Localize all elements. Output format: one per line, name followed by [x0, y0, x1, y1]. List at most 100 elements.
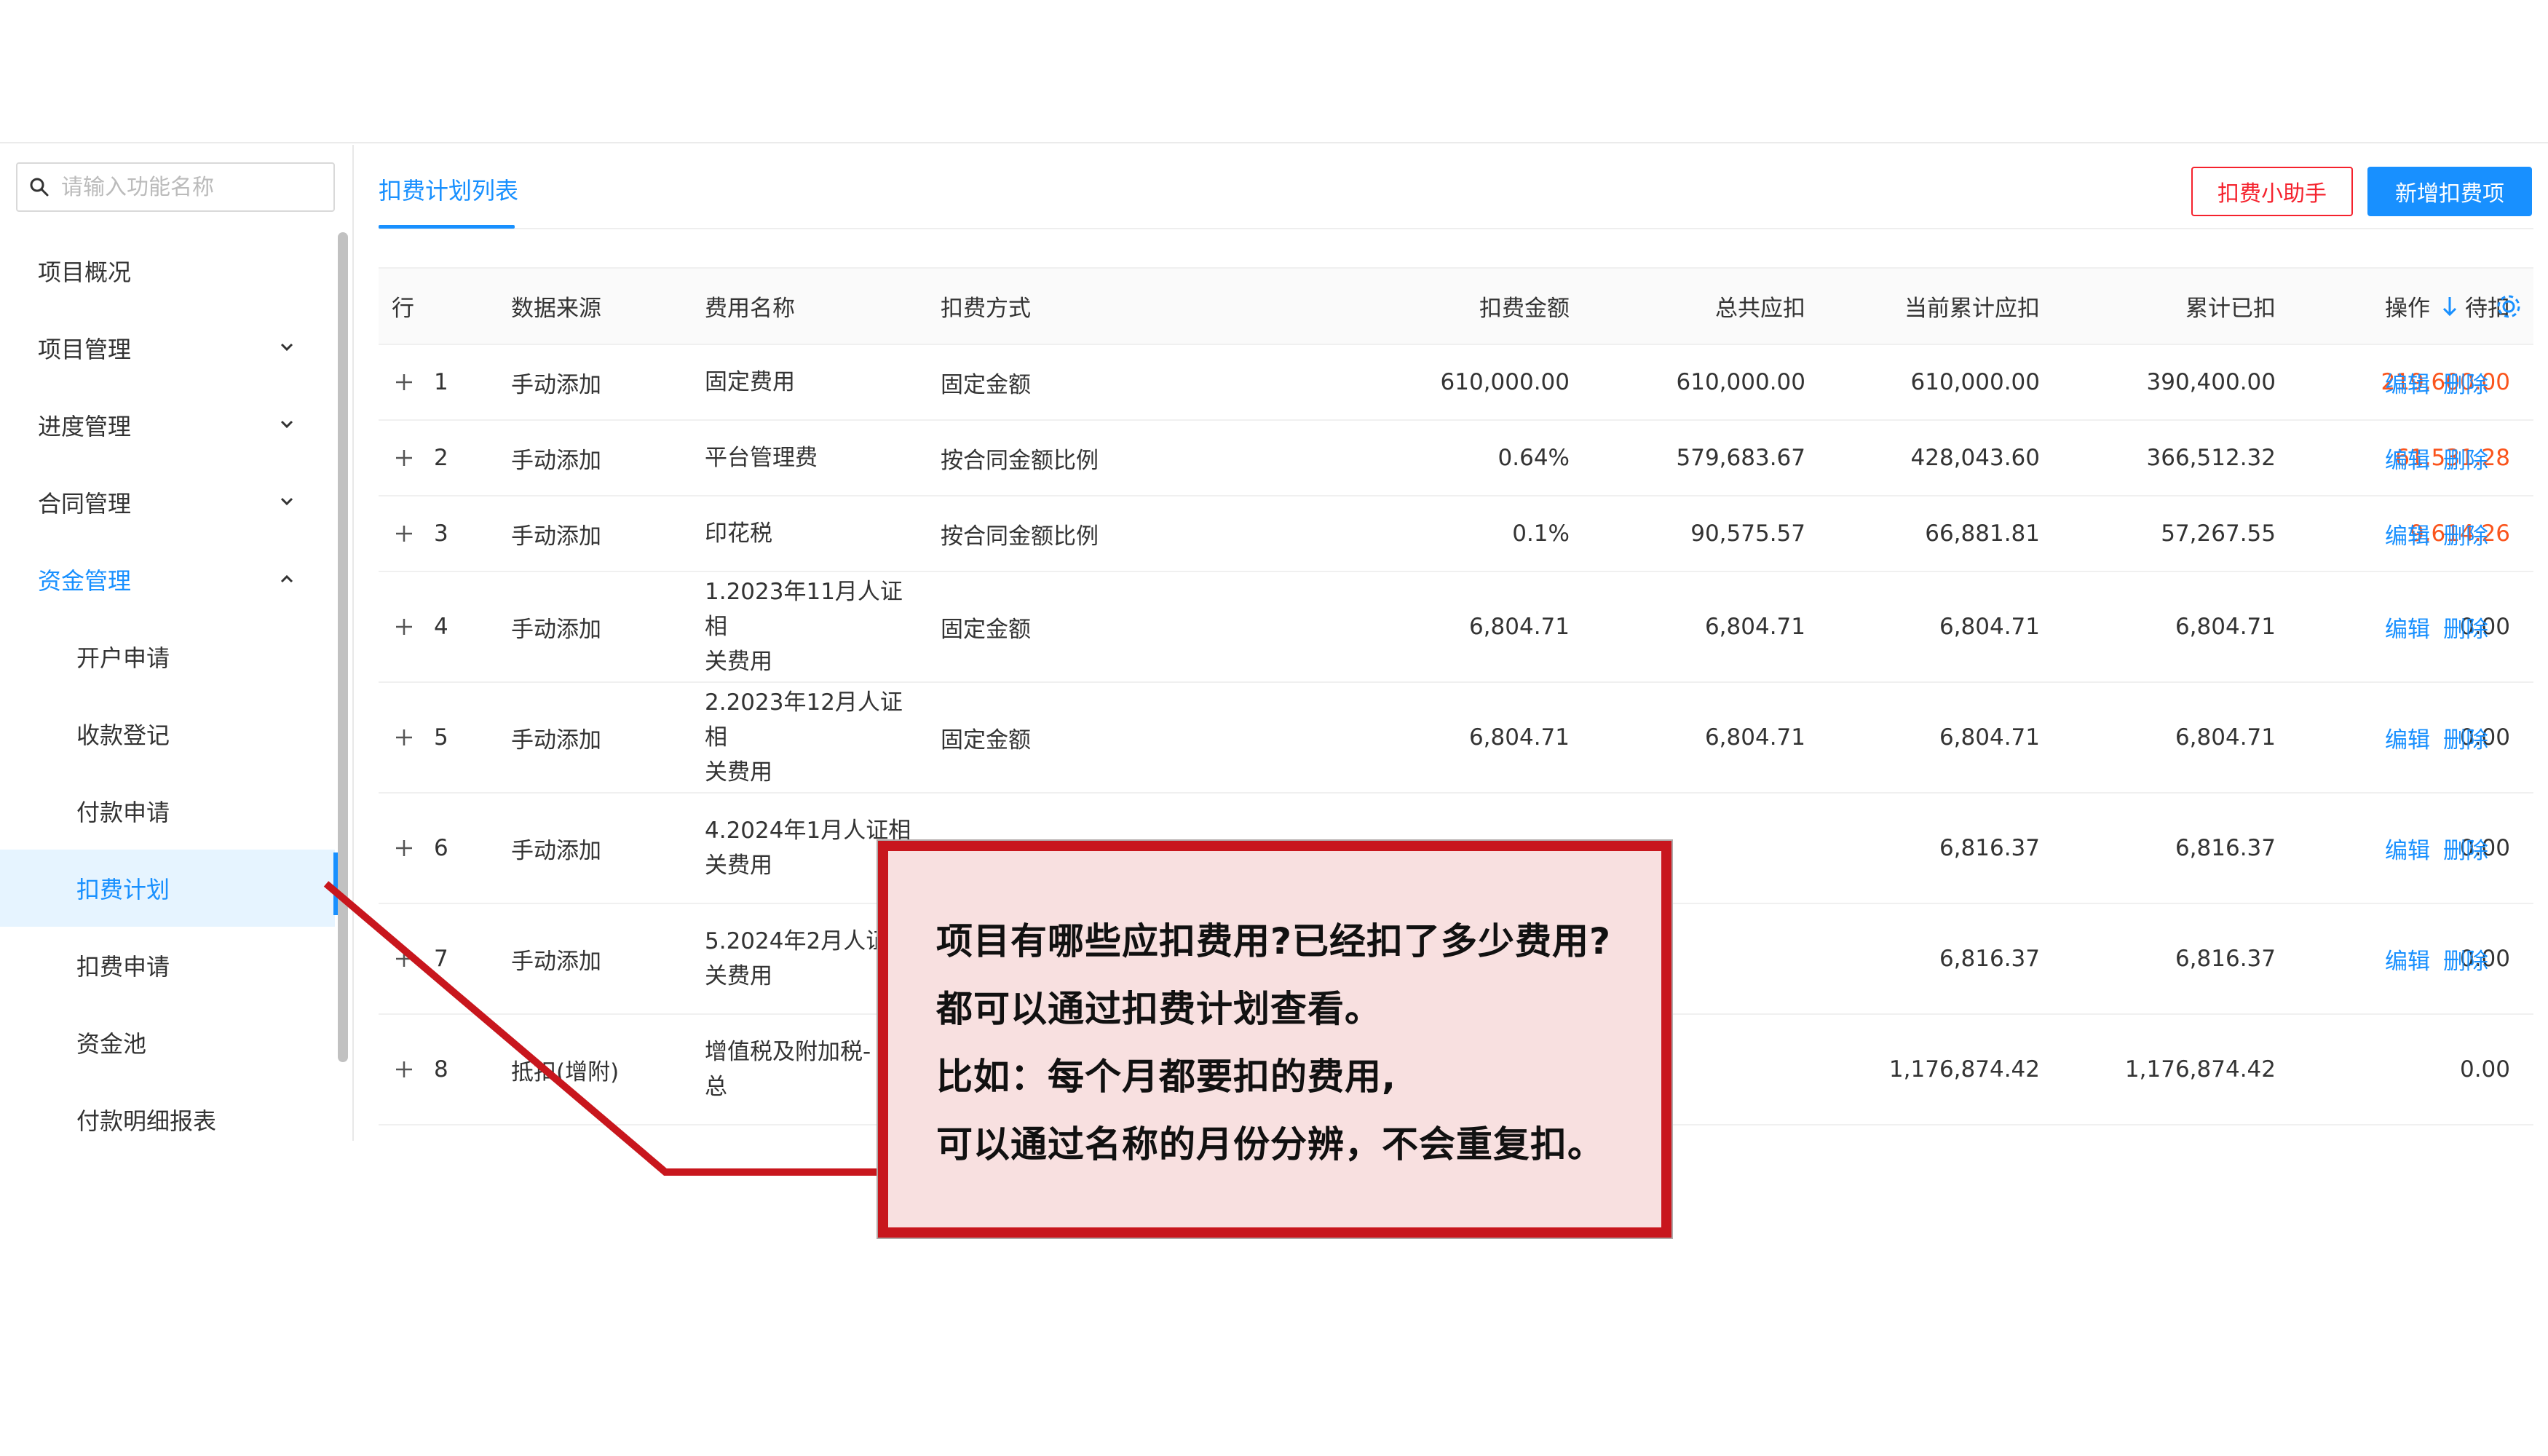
- edit-link[interactable]: 编辑: [2385, 832, 2430, 865]
- sidebar-item-label: 扣费计划: [76, 876, 170, 903]
- edit-link[interactable]: 编辑: [2385, 366, 2430, 399]
- edit-link[interactable]: 编辑: [2385, 442, 2430, 475]
- row-total-due: 579,683.67: [1676, 445, 1806, 471]
- row-method: 固定金额: [941, 371, 1031, 398]
- sidebar-menu: 项目概况 项目管理 进度管理 合同管理 资金管理 开户申请 收款登记 付款申请 …: [0, 232, 335, 1141]
- sidebar-item-payment-detail-report[interactable]: 付款明细报表: [0, 1081, 335, 1141]
- row-fee-name-line1: 1.2023年11月人证相: [705, 579, 903, 640]
- sidebar-item-payment-request[interactable]: 付款申请: [0, 772, 335, 850]
- row-deducted: 1,176,874.42: [2124, 1056, 2276, 1083]
- column-header-deducted: 累计已扣: [2185, 296, 2276, 322]
- sidebar-item-label: 资金池: [76, 1030, 147, 1058]
- row-actions: 编辑 删除: [2385, 421, 2501, 495]
- row-actions: 编辑 删除: [2385, 496, 2501, 571]
- row-method: 按合同金额比例: [941, 523, 1099, 550]
- edit-link[interactable]: 编辑: [2385, 721, 2430, 754]
- sort-descending-icon: [2442, 296, 2457, 316]
- expand-row-icon[interactable]: [393, 948, 415, 970]
- delete-link[interactable]: 删除: [2443, 611, 2488, 644]
- row-fee-name-line2: 关费用: [705, 759, 772, 786]
- chevron-down-icon: [280, 420, 293, 429]
- tab-divider: [379, 228, 2533, 229]
- expand-row-icon[interactable]: [393, 447, 415, 469]
- sidebar-item-project-overview[interactable]: 项目概况: [0, 232, 335, 309]
- row-fee-name: 2.2023年12月人证相 关费用: [705, 683, 923, 792]
- column-header-method: 扣费方式: [941, 296, 1031, 322]
- chevron-down-icon: [280, 497, 293, 506]
- callout-line-2: 都可以通过扣费计划查看。: [936, 988, 1382, 1030]
- row-number: 3: [434, 521, 448, 547]
- search-box[interactable]: [16, 162, 335, 212]
- table-header: 行 数据来源 费用名称 扣费方式 扣费金额 总共应扣 当前累计应扣 累计已扣 待…: [379, 267, 2533, 345]
- row-actions: 编辑 删除: [2385, 572, 2501, 681]
- row-total-due: 6,804.71: [1704, 614, 1805, 640]
- row-current-due: 6,816.37: [1939, 946, 2040, 972]
- edit-link[interactable]: 编辑: [2385, 518, 2430, 550]
- sidebar-item-contract-management[interactable]: 合同管理: [0, 464, 335, 541]
- sidebar-item-fund-management[interactable]: 资金管理: [0, 541, 335, 618]
- row-current-due: 428,043.60: [1910, 445, 2041, 471]
- row-source: 手动添加: [511, 371, 601, 398]
- sidebar-scrollbar[interactable]: [338, 232, 348, 1062]
- sidebar-item-fund-pool[interactable]: 资金池: [0, 1004, 335, 1081]
- table-row: 4 手动添加 1.2023年11月人证相 关费用 固定金额 6,804.71 6,804.7…: [379, 572, 2533, 683]
- column-settings-gear-icon[interactable]: [2494, 269, 2523, 344]
- row-fee-name: 固定费用: [705, 345, 923, 419]
- row-fee-name: 印花税: [705, 496, 923, 571]
- table-row: 5 手动添加 2.2023年12月人证相 关费用 固定金额 6,804.71 6,804.7…: [379, 683, 2533, 794]
- row-fee-name: 1.2023年11月人证相关费用: [705, 572, 923, 681]
- row-current-due: 6,804.71: [1939, 614, 2040, 640]
- deduction-helper-button[interactable]: 扣费小助手: [2191, 167, 2353, 216]
- sidebar-item-project-management[interactable]: 项目管理: [0, 309, 335, 387]
- row-amount: 0.64%: [1497, 445, 1570, 471]
- row-current-due: 6,804.71: [1939, 724, 2040, 751]
- row-deducted: 6,804.71: [2175, 614, 2276, 640]
- callout-line-3: 比如：每个月都要扣的费用,: [936, 1056, 1396, 1098]
- row-current-due: 66,881.81: [1925, 521, 2040, 547]
- row-actions: 编辑 删除: [2385, 904, 2501, 1013]
- edit-link[interactable]: 编辑: [2385, 611, 2430, 644]
- row-deducted: 366,512.32: [2146, 445, 2276, 471]
- row-source: 手动添加: [511, 837, 601, 864]
- add-deduction-button[interactable]: 新增扣费项: [2367, 167, 2532, 216]
- column-header-current-due: 当前累计应扣: [1904, 296, 2040, 322]
- expand-row-icon[interactable]: [393, 837, 415, 859]
- row-method: 按合同金额比例: [941, 447, 1099, 474]
- expand-row-icon[interactable]: [393, 1059, 415, 1080]
- row-pending: 0.00: [2459, 1056, 2510, 1083]
- sidebar-item-progress-management[interactable]: 进度管理: [0, 387, 335, 464]
- sidebar-item-label: 付款申请: [76, 799, 170, 826]
- sidebar-item-deduction-plan[interactable]: 扣费计划: [0, 850, 335, 927]
- row-fee-name-line1: 增值税及附加税-: [705, 1039, 871, 1065]
- column-header-name: 费用名称: [705, 296, 795, 322]
- row-number: 2: [434, 445, 448, 471]
- edit-link[interactable]: 编辑: [2385, 943, 2430, 976]
- row-number: 5: [434, 724, 448, 751]
- sidebar-item-account-opening[interactable]: 开户申请: [0, 618, 335, 695]
- delete-link[interactable]: 删除: [2443, 518, 2488, 550]
- delete-link[interactable]: 删除: [2443, 442, 2488, 475]
- row-fee-name-line2: 关费用: [705, 963, 772, 989]
- delete-link[interactable]: 删除: [2443, 832, 2488, 865]
- expand-row-icon[interactable]: [393, 616, 415, 638]
- sidebar-item-receipt-registration[interactable]: 收款登记: [0, 695, 335, 772]
- delete-link[interactable]: 删除: [2443, 366, 2488, 399]
- tab-active-underline: [379, 225, 515, 229]
- row-source: 手动添加: [511, 523, 601, 550]
- expand-row-icon[interactable]: [393, 523, 415, 545]
- row-method: 固定金额: [941, 616, 1031, 643]
- expand-row-icon[interactable]: [393, 371, 415, 393]
- table-row: 2 手动添加 平台管理费 按合同金额比例 0.64% 579,683.67 428,043.…: [379, 421, 2533, 496]
- sidebar-item-deduction-request[interactable]: 扣费申请: [0, 927, 335, 1004]
- delete-link[interactable]: 删除: [2443, 721, 2488, 754]
- search-input[interactable]: [61, 165, 323, 209]
- tab-deduction-plan-list[interactable]: 扣费计划列表: [379, 173, 518, 216]
- top-header-bar: [0, 0, 2548, 143]
- row-total-due: 6,804.71: [1704, 724, 1805, 751]
- delete-link[interactable]: 删除: [2443, 943, 2488, 976]
- sidebar: 项目概况 项目管理 进度管理 合同管理 资金管理 开户申请 收款登记 付款申请 …: [0, 145, 354, 1141]
- row-number: 8: [434, 1056, 448, 1083]
- row-fee-name-line2: 关费用: [705, 649, 772, 675]
- row-deducted: 6,804.71: [2175, 724, 2276, 751]
- expand-row-icon[interactable]: [393, 727, 415, 748]
